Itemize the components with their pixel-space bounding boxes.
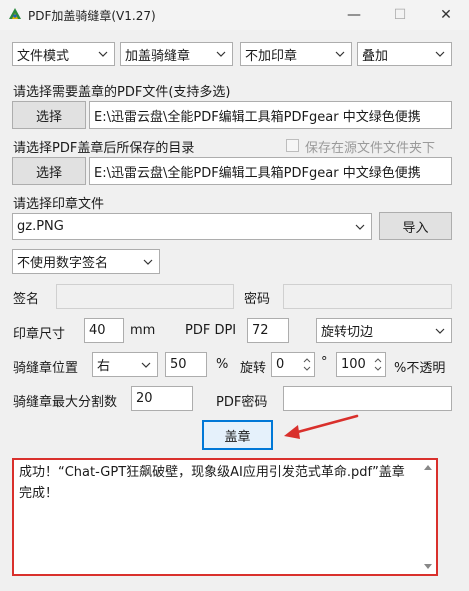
rotate-edge-value: 旋转切边 xyxy=(321,325,374,340)
opacity-value: 100 xyxy=(341,357,366,372)
chevron-down-icon xyxy=(141,362,151,368)
select-output-button[interactable]: 选择 xyxy=(12,157,86,185)
source-path-field[interactable]: E:\迅雷云盘\全能PDF编辑工具箱PDFgear 中文绿色便携 xyxy=(89,101,452,129)
position-select[interactable]: 右 xyxy=(92,352,158,377)
app-logo-icon xyxy=(9,8,21,19)
chevron-down-icon xyxy=(143,259,153,265)
blend-select[interactable]: 叠加 xyxy=(357,42,452,66)
mode-select[interactable]: 文件模式 xyxy=(12,42,115,66)
chevron-down-icon xyxy=(355,224,365,230)
select-source-button[interactable]: 选择 xyxy=(12,101,86,129)
dpi-label: PDF DPI xyxy=(185,323,237,338)
signature-mode-value: 不使用数字签名 xyxy=(17,256,109,271)
minimize-button[interactable]: — xyxy=(331,0,377,30)
percent-sign-label: % xyxy=(216,357,229,372)
size-unit-label: mm xyxy=(130,323,156,338)
chevron-down-icon xyxy=(435,51,445,57)
sign-field[interactable] xyxy=(56,284,234,309)
rotate-label: 旋转 xyxy=(240,361,267,376)
output-label: 请选择PDF盖章后所保存的目录 xyxy=(13,141,195,156)
pdf-password-field[interactable] xyxy=(283,386,452,411)
size-label: 印章尺寸 xyxy=(13,327,66,342)
log-text: 成功！“Chat-GPT狂飙破壁，现象级AI应用引发范式革命.pdf”盖章完成！ xyxy=(19,465,405,501)
blend-select-value: 叠加 xyxy=(362,48,389,64)
close-button[interactable]: ✕ xyxy=(423,0,469,30)
annotation-arrow-icon xyxy=(284,414,359,439)
print-select[interactable]: 不加印章 xyxy=(240,42,352,66)
save-in-source-label: 保存在源文件文件夹下 xyxy=(305,141,436,156)
password-field[interactable] xyxy=(283,284,452,309)
opacity-label: %不透明 xyxy=(394,361,446,376)
log-scrollbar[interactable] xyxy=(422,462,434,572)
chevron-down-icon xyxy=(335,51,345,57)
spinner-arrows-icon[interactable] xyxy=(302,356,312,373)
app-window: PDF加盖骑缝章(V1.27) — ☐ ✕ 文件模式 加盖骑缝章 不加印章 叠加… xyxy=(0,0,469,591)
password-label: 密码 xyxy=(244,292,271,307)
degree-sign-label: ° xyxy=(321,355,328,370)
source-label: 请选择需要盖章的PDF文件(支持多选) xyxy=(13,85,231,100)
stamp-button[interactable]: 盖章 xyxy=(202,420,273,450)
max-split-label: 骑缝章最大分割数 xyxy=(13,395,118,410)
spinner-arrows-icon[interactable] xyxy=(373,356,383,373)
mode-select-value: 文件模式 xyxy=(17,48,70,64)
chevron-down-icon xyxy=(216,51,226,57)
position-percent-field[interactable]: 50 xyxy=(165,352,207,377)
sign-label: 签名 xyxy=(13,292,40,307)
window-title: PDF加盖骑缝章(V1.27) xyxy=(28,9,156,23)
output-path-field[interactable]: E:\迅雷云盘\全能PDF编辑工具箱PDFgear 中文绿色便携 xyxy=(89,157,452,185)
signature-mode-select[interactable]: 不使用数字签名 xyxy=(12,249,160,274)
stamp-file-value: gz.PNG xyxy=(17,219,64,234)
scroll-up-icon[interactable] xyxy=(424,464,432,470)
rotate-value: 0 xyxy=(276,357,285,372)
chevron-down-icon xyxy=(98,51,108,57)
maximize-button[interactable]: ☐ xyxy=(377,0,423,30)
dpi-field[interactable]: 72 xyxy=(247,318,289,343)
position-label: 骑缝章位置 xyxy=(13,361,79,376)
scroll-down-icon[interactable] xyxy=(424,564,432,570)
log-output[interactable]: 成功！“Chat-GPT狂飙破壁，现象级AI应用引发范式革命.pdf”盖章完成！ xyxy=(12,458,438,576)
stamp-file-select[interactable]: gz.PNG xyxy=(12,213,372,240)
rotate-edge-select[interactable]: 旋转切边 xyxy=(316,318,452,343)
max-split-field[interactable]: 20 xyxy=(131,386,193,411)
stamp-type-select-value: 加盖骑缝章 xyxy=(125,48,191,64)
title-bar: PDF加盖骑缝章(V1.27) — ☐ ✕ xyxy=(0,0,469,30)
position-select-value: 右 xyxy=(97,359,111,374)
stamp-type-select[interactable]: 加盖骑缝章 xyxy=(120,42,233,66)
opacity-spin-field[interactable]: 100 xyxy=(336,352,386,377)
save-in-source-checkbox[interactable] xyxy=(286,139,299,152)
chevron-down-icon xyxy=(435,328,445,334)
size-field[interactable]: 40 xyxy=(84,318,124,343)
pdf-password-label: PDF密码 xyxy=(216,395,268,410)
rotate-spin-field[interactable]: 0 xyxy=(271,352,315,377)
import-button[interactable]: 导入 xyxy=(379,212,452,240)
stamp-file-label: 请选择印章文件 xyxy=(13,197,105,212)
print-select-value: 不加印章 xyxy=(245,48,298,64)
